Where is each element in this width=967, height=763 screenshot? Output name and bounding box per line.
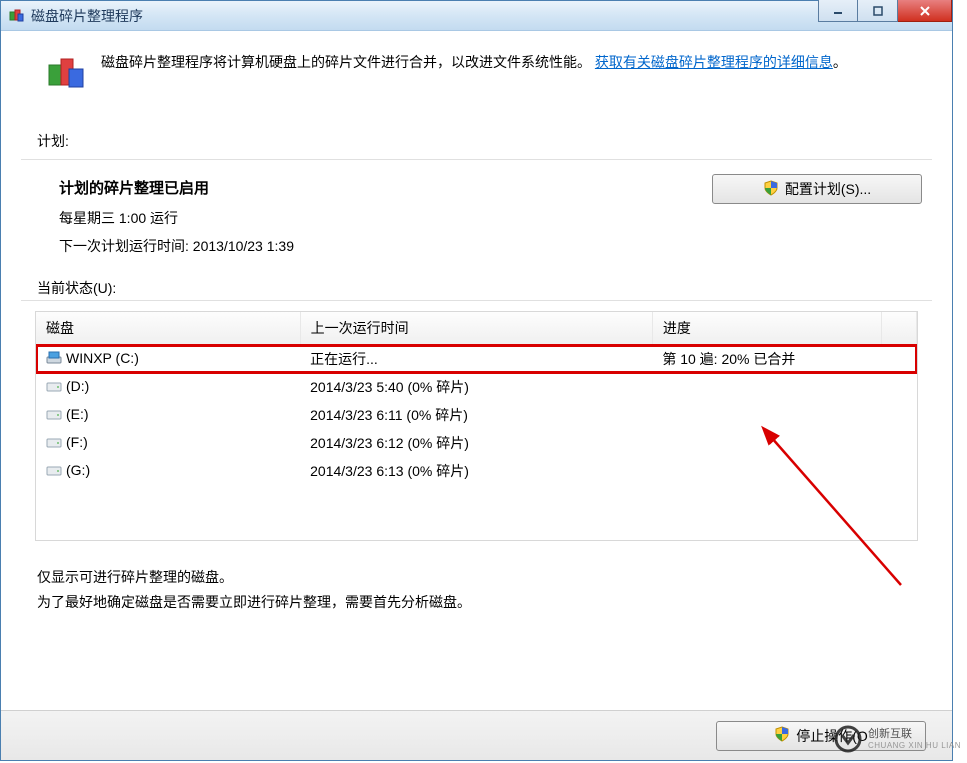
maximize-button[interactable] — [858, 0, 898, 22]
minimize-button[interactable] — [818, 0, 858, 22]
titlebar[interactable]: 磁盘碎片整理程序 — [1, 1, 952, 31]
schedule-info: 计划的碎片整理已启用 每星期三 1:00 运行 下一次计划运行时间: 2013/… — [59, 174, 294, 260]
lastrun-cell: 2014/3/23 6:12 (0% 碎片) — [300, 429, 652, 457]
disk-icon — [46, 436, 62, 452]
more-info-link[interactable]: 获取有关磁盘碎片整理程序的详细信息 — [595, 54, 833, 70]
footnote-line2: 为了最好地确定磁盘是否需要立即进行碎片整理，需要首先分析磁盘。 — [37, 590, 952, 615]
lastrun-cell: 2014/3/23 6:11 (0% 碎片) — [300, 401, 652, 429]
watermark-sub: CHUANG XIN HU LIAN — [868, 741, 961, 750]
table-row[interactable]: (E:) 2014/3/23 6:11 (0% 碎片) — [36, 401, 917, 429]
defrag-icon — [45, 51, 89, 95]
lastrun-cell: 2014/3/23 6:13 (0% 碎片) — [300, 457, 652, 485]
shield-icon — [763, 180, 779, 199]
schedule-enabled-title: 计划的碎片整理已启用 — [59, 174, 294, 204]
close-button[interactable] — [898, 0, 952, 22]
watermark: 创新互联 CHUANG XIN HU LIAN — [834, 725, 961, 753]
col-progress-header[interactable]: 进度 — [652, 312, 881, 345]
app-window: 磁盘碎片整理程序 磁盘碎片整理程序将计算机硬盘 — [0, 0, 953, 761]
progress-cell: 第 10 遍: 20% 已合并 — [652, 345, 881, 374]
configure-schedule-label: 配置计划(S)... — [785, 179, 871, 199]
table-row[interactable]: WINXP (C:) 正在运行...第 10 遍: 20% 已合并 — [36, 345, 917, 374]
window-title: 磁盘碎片整理程序 — [31, 6, 143, 26]
footnotes: 仅显示可进行碎片整理的磁盘。 为了最好地确定磁盘是否需要立即进行碎片整理，需要首… — [1, 541, 952, 615]
schedule-next-run: 下一次计划运行时间: 2013/10/23 1:39 — [59, 232, 294, 260]
disk-cell: WINXP (C:) — [36, 345, 300, 374]
shield-icon — [774, 726, 790, 745]
header-description-row: 磁盘碎片整理程序将计算机硬盘上的碎片文件进行合并，以改进文件系统性能。 获取有关… — [1, 45, 952, 105]
progress-cell — [652, 457, 881, 485]
col-disk-header[interactable]: 磁盘 — [36, 312, 300, 345]
status-section-label: 当前状态(U): — [1, 260, 952, 298]
window-controls — [818, 0, 952, 22]
lastrun-cell: 2014/3/23 5:40 (0% 碎片) — [300, 373, 652, 401]
progress-cell — [652, 401, 881, 429]
bottom-bar: 停止操作(O — [1, 710, 952, 760]
progress-cell — [652, 373, 881, 401]
schedule-block: 计划的碎片整理已启用 每星期三 1:00 运行 下一次计划运行时间: 2013/… — [1, 160, 952, 260]
table-row[interactable]: (D:) 2014/3/23 5:40 (0% 碎片) — [36, 373, 917, 401]
disk-icon — [46, 464, 62, 480]
watermark-logo-icon — [834, 725, 862, 753]
table-row[interactable]: (G:) 2014/3/23 6:13 (0% 碎片) — [36, 457, 917, 485]
disk-table-wrap: 磁盘 上一次运行时间 进度 WINXP (C:) 正在运行...第 10 遍: 2… — [35, 311, 918, 541]
disk-name: (E:) — [66, 406, 89, 422]
header-text: 磁盘碎片整理程序将计算机硬盘上的碎片文件进行合并，以改进文件系统性能。 获取有关… — [101, 51, 847, 73]
app-icon — [9, 8, 25, 24]
disk-name: WINXP (C:) — [66, 350, 139, 366]
disk-icon — [46, 408, 62, 424]
disk-name: (G:) — [66, 462, 90, 478]
disk-icon — [46, 380, 62, 396]
col-lastrun-header[interactable]: 上一次运行时间 — [300, 312, 652, 345]
col-spacer — [881, 312, 916, 345]
disk-cell: (D:) — [36, 373, 300, 401]
progress-cell — [652, 429, 881, 457]
header-description: 磁盘碎片整理程序将计算机硬盘上的碎片文件进行合并，以改进文件系统性能。 — [101, 54, 591, 70]
lastrun-cell: 正在运行... — [300, 345, 652, 374]
schedule-section-label: 计划: — [1, 105, 952, 157]
configure-schedule-button[interactable]: 配置计划(S)... — [712, 174, 922, 204]
disk-name: (D:) — [66, 378, 89, 394]
footnote-line1: 仅显示可进行碎片整理的磁盘。 — [37, 565, 952, 590]
divider — [21, 300, 932, 301]
disk-name: (F:) — [66, 434, 88, 450]
schedule-cadence: 每星期三 1:00 运行 — [59, 204, 294, 232]
table-row[interactable]: (F:) 2014/3/23 6:12 (0% 碎片) — [36, 429, 917, 457]
disk-cell: (F:) — [36, 429, 300, 457]
disk-cell: (G:) — [36, 457, 300, 485]
watermark-main: 创新互联 — [868, 728, 961, 740]
disk-cell: (E:) — [36, 401, 300, 429]
content-area: 磁盘碎片整理程序将计算机硬盘上的碎片文件进行合并，以改进文件系统性能。 获取有关… — [1, 31, 952, 615]
disk-table[interactable]: 磁盘 上一次运行时间 进度 WINXP (C:) 正在运行...第 10 遍: 2… — [36, 312, 917, 485]
system-disk-icon — [46, 351, 62, 368]
